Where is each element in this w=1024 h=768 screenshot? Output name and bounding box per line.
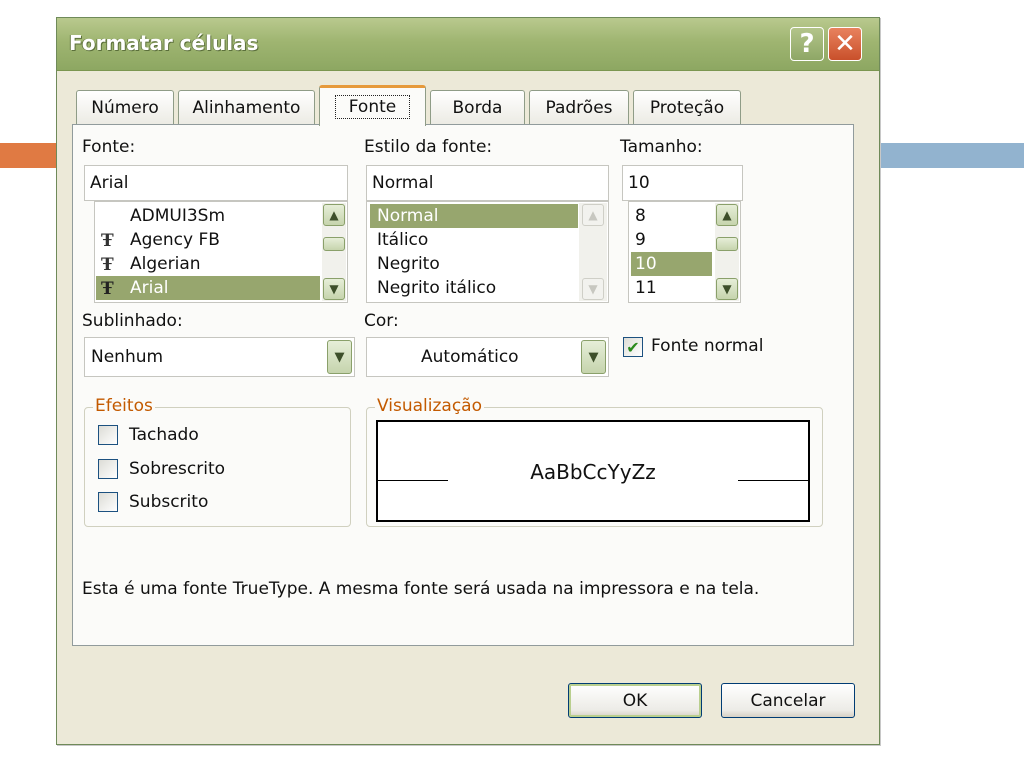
chevron-down-icon[interactable]: ▼ (327, 340, 352, 374)
tab-label: Proteção (649, 97, 725, 118)
subscript-label: Subscrito (129, 492, 209, 512)
tab-protecao[interactable]: Proteção (633, 90, 741, 124)
cancel-button-label: Cancelar (750, 690, 826, 711)
close-icon: ✕ (834, 29, 856, 59)
font-label: Fonte: (82, 137, 136, 157)
font-style-input[interactable]: Normal (366, 165, 609, 201)
tab-label: Fonte (334, 95, 411, 119)
scroll-down-icon[interactable]: ▼ (716, 278, 738, 300)
font-tab-panel: Fonte: Arial ADMUI3Sm Ŧ Agency FB Ŧ Alge… (72, 124, 854, 646)
cancel-button[interactable]: Cancelar (721, 683, 855, 718)
truetype-icon: Ŧ (101, 279, 114, 299)
color-label: Cor: (364, 311, 399, 331)
font-style-scrollbar[interactable]: ▲ ▼ (579, 203, 607, 301)
truetype-icon: Ŧ (101, 231, 114, 251)
effects-legend: Efeitos (93, 396, 155, 416)
dialog-title: Formatar células (69, 31, 259, 55)
list-item-label: ADMUI3Sm (130, 206, 226, 226)
title-bar[interactable]: Formatar células ? ✕ (57, 18, 879, 71)
list-item[interactable]: Negrito (370, 252, 578, 276)
scroll-thumb[interactable] (323, 237, 345, 251)
underline-label: Sublinhado: (82, 311, 183, 331)
strikethrough-checkbox[interactable] (98, 425, 118, 445)
list-item-label: Algerian (130, 254, 201, 274)
tab-padroes[interactable]: Padrões (529, 90, 629, 124)
tab-alinhamento[interactable]: Alinhamento (178, 90, 315, 124)
tab-label: Alinhamento (192, 97, 301, 118)
preview-baseline-right (738, 480, 808, 481)
list-item[interactable]: 11 (631, 276, 712, 300)
close-button[interactable]: ✕ (828, 27, 862, 61)
normal-font-checkbox[interactable]: ✔ (623, 337, 643, 357)
font-style-list[interactable]: Normal Itálico Negrito Negrito itálico ▲… (366, 201, 609, 303)
preview-box: AaBbCcYyZz (376, 420, 810, 522)
scroll-up-icon[interactable]: ▲ (323, 204, 345, 226)
color-select[interactable]: Automático ▼ (366, 337, 609, 377)
preview-legend: Visualização (375, 396, 484, 416)
tab-numero[interactable]: Número (76, 90, 174, 124)
superscript-label: Sobrescrito (129, 459, 226, 479)
preview-group: Visualização AaBbCcYyZz (366, 396, 823, 527)
font-style-label: Estilo da fonte: (364, 137, 493, 157)
tab-label: Número (91, 97, 159, 118)
list-item[interactable]: Ŧ Algerian (96, 252, 320, 276)
truetype-icon: Ŧ (101, 255, 114, 275)
list-item[interactable]: Negrito itálico (370, 276, 578, 300)
tab-borda[interactable]: Borda (430, 90, 525, 124)
help-button[interactable]: ? (790, 27, 824, 61)
scroll-down-icon[interactable]: ▼ (323, 278, 345, 300)
font-input[interactable]: Arial (84, 165, 348, 201)
list-item-selected[interactable]: Ŧ Arial (96, 276, 320, 300)
superscript-checkbox[interactable] (98, 459, 118, 479)
truetype-info-text: Esta é uma fonte TrueType. A mesma fonte… (82, 579, 760, 599)
font-list-scrollbar[interactable]: ▲ ▼ (322, 203, 346, 301)
scroll-up-icon[interactable]: ▲ (716, 204, 738, 226)
tab-label: Padrões (545, 97, 613, 118)
font-size-list[interactable]: 8 9 10 11 ▲ ▼ (628, 201, 741, 303)
scroll-thumb[interactable] (716, 237, 738, 251)
color-value: Automático (421, 347, 519, 367)
list-item[interactable]: 8 (631, 204, 712, 228)
font-style-input-value: Normal (372, 173, 434, 193)
list-item-label: Arial (130, 278, 169, 298)
underline-value: Nenhum (91, 347, 164, 367)
tab-label: Borda (452, 97, 503, 118)
list-item[interactable]: Itálico (370, 228, 578, 252)
slide-accent-bar-left (0, 143, 56, 168)
tab-fonte[interactable]: Fonte (319, 85, 426, 126)
chevron-down-icon[interactable]: ▼ (581, 340, 606, 374)
underline-select[interactable]: Nenhum ▼ (84, 337, 355, 377)
font-list[interactable]: ADMUI3Sm Ŧ Agency FB Ŧ Algerian Ŧ Arial … (94, 201, 348, 303)
scroll-down-icon[interactable]: ▼ (582, 278, 604, 300)
scroll-up-icon[interactable]: ▲ (582, 204, 604, 226)
subscript-checkbox[interactable] (98, 492, 118, 512)
font-size-label: Tamanho: (620, 137, 703, 157)
slide-accent-bar-right (878, 143, 1024, 168)
normal-font-label: Fonte normal (651, 336, 764, 356)
font-size-scrollbar[interactable]: ▲ ▼ (715, 203, 739, 301)
list-item[interactable]: 9 (631, 228, 712, 252)
ok-button[interactable]: OK (568, 683, 702, 718)
format-cells-dialog: Formatar células ? ✕ Número Alinhamento … (56, 17, 880, 745)
font-size-input-value: 10 (628, 173, 650, 193)
ok-button-label: OK (622, 690, 648, 711)
font-size-input[interactable]: 10 (622, 165, 743, 201)
font-input-value: Arial (90, 173, 129, 193)
list-item-selected[interactable]: 10 (631, 252, 712, 276)
effects-group: Efeitos Tachado Sobrescrito Subscrito (84, 396, 351, 527)
strikethrough-label: Tachado (129, 425, 199, 445)
list-item[interactable]: ADMUI3Sm (96, 204, 320, 228)
list-item-selected[interactable]: Normal (370, 204, 578, 228)
help-icon: ? (799, 29, 815, 59)
list-item[interactable]: Ŧ Agency FB (96, 228, 320, 252)
list-item-label: Agency FB (130, 230, 220, 250)
